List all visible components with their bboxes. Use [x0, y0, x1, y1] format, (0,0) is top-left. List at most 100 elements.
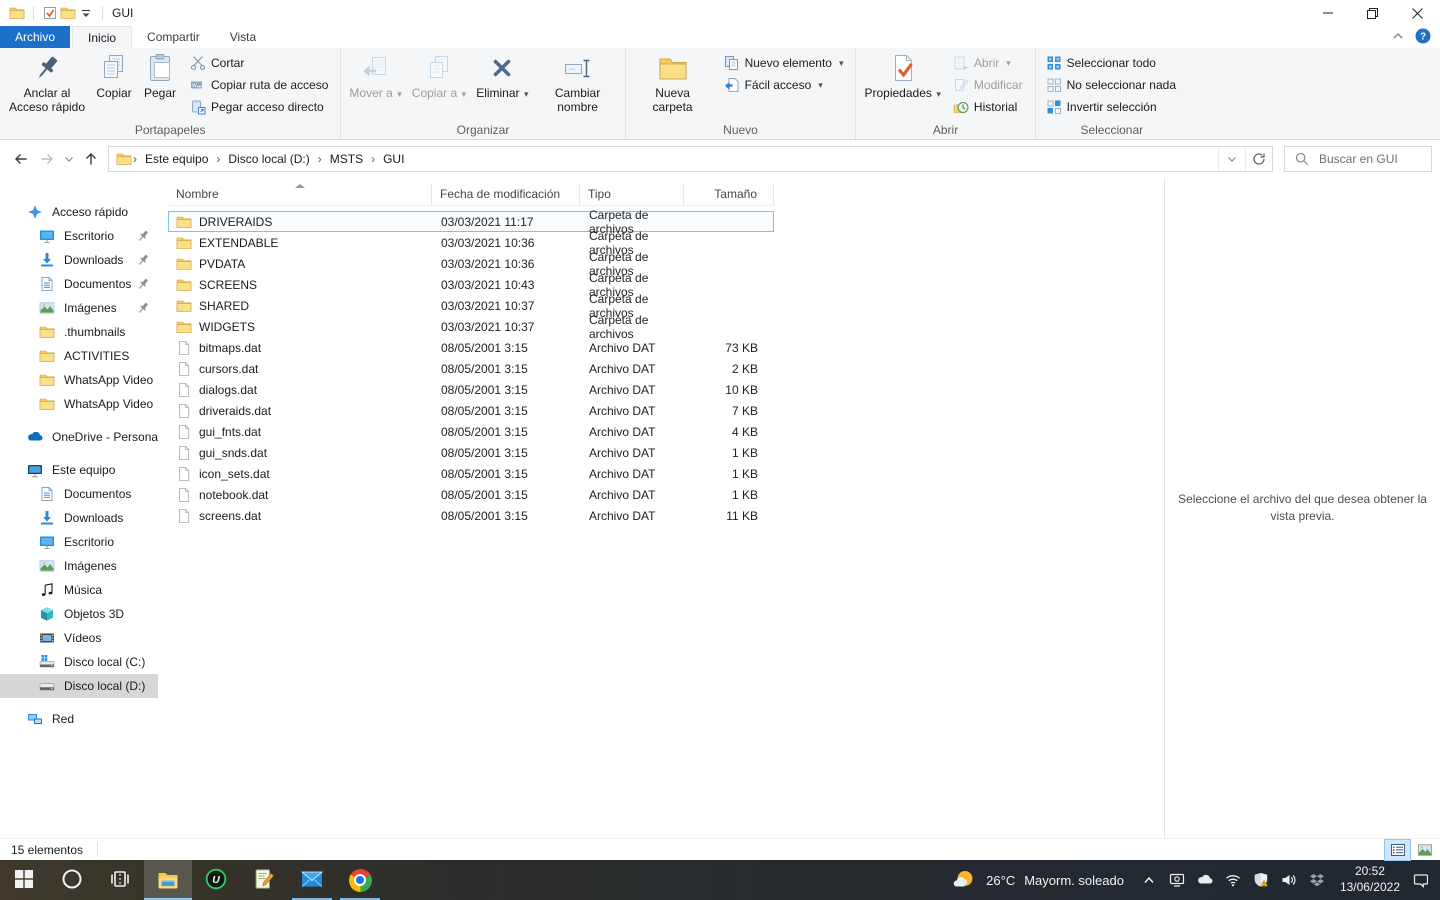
minimize-button[interactable]	[1305, 0, 1350, 26]
help-button[interactable]: ?	[1415, 28, 1431, 47]
taskbar-mail-button[interactable]	[288, 860, 336, 900]
sidebar-item-onedrive---personal[interactable]: OneDrive - Personal	[0, 425, 158, 449]
close-button[interactable]	[1395, 0, 1440, 26]
wifi-icon[interactable]	[1225, 872, 1242, 889]
qat-new-folder-button[interactable]	[59, 4, 77, 22]
search-input[interactable]	[1319, 152, 1422, 166]
breadcrumb-item[interactable]: MSTS	[323, 147, 370, 171]
fácil-acceso-button[interactable]: Fácil acceso▾	[719, 74, 849, 96]
chrome-icon	[349, 869, 372, 892]
minimize-ribbon-button[interactable]	[1390, 28, 1406, 47]
sidebar-item-este-equipo[interactable]: Este equipo	[0, 458, 158, 482]
sidebar-item-escritorio[interactable]: Escritorio	[0, 530, 158, 554]
pinned-icon	[135, 300, 151, 319]
nueva-carpeta-button[interactable]: Nueva carpeta	[629, 49, 717, 121]
qat-customize-button[interactable]	[77, 4, 95, 22]
file-row[interactable]: notebook.dat08/05/2001 3:15Archivo DAT1 …	[168, 484, 774, 505]
cambiar-nombre-button[interactable]: Cambiar nombre	[534, 49, 622, 121]
tab-archivo[interactable]: Archivo	[0, 26, 70, 48]
file-row[interactable]: bitmaps.dat08/05/2001 3:15Archivo DAT73 …	[168, 337, 774, 358]
restore-button[interactable]	[1350, 0, 1395, 26]
tab-compartir[interactable]: Compartir	[132, 26, 215, 48]
up-button[interactable]	[78, 146, 104, 172]
sidebar-item-escritorio[interactable]: Escritorio	[0, 224, 158, 248]
sidebar-item-downloads[interactable]: Downloads	[0, 506, 158, 530]
file-row[interactable]: icon_sets.dat08/05/2001 3:15Archivo DAT1…	[168, 463, 774, 484]
forward-button[interactable]	[34, 146, 60, 172]
weather-temperature[interactable]: 26°C	[986, 873, 1015, 888]
cortar-button[interactable]: Cortar	[185, 52, 333, 74]
invertir-selección-button[interactable]: Invertir selección	[1041, 96, 1181, 118]
weather-icon[interactable]	[953, 869, 975, 891]
taskbar-notes-editor-button[interactable]	[240, 860, 288, 900]
sidebar-item-whatsapp-video[interactable]: WhatsApp Video	[0, 368, 158, 392]
anclar-al-acceso-rápido-button[interactable]: Anclar al Acceso rápido	[3, 49, 91, 121]
recent-locations-button[interactable]	[60, 146, 78, 172]
file-row[interactable]: driveraids.dat08/05/2001 3:15Archivo DAT…	[168, 400, 774, 421]
sidebar-item-disco-local-(d:)[interactable]: Disco local (D:)	[0, 674, 158, 698]
file-row[interactable]: cursors.dat08/05/2001 3:15Archivo DAT2 K…	[168, 358, 774, 379]
volume-icon[interactable]	[1281, 872, 1298, 889]
sidebar-item-acceso-rápido[interactable]: Acceso rápido	[0, 200, 158, 224]
column-header-tamano[interactable]: Tamaño	[684, 183, 774, 205]
file-row[interactable]: gui_fnts.dat08/05/2001 3:15Archivo DAT4 …	[168, 421, 774, 442]
cloud-white-icon[interactable]	[1197, 872, 1214, 889]
column-header-nombre[interactable]: Nombre	[168, 183, 432, 205]
taskbar-iobit-uninstaller-button[interactable]: U	[192, 860, 240, 900]
chevron-up-icon[interactable]	[1141, 872, 1158, 889]
taskbar-task-view-button[interactable]	[96, 860, 144, 900]
eliminar-button[interactable]: Eliminar ▾	[471, 49, 533, 121]
pegar-button[interactable]: Pegar	[137, 49, 183, 121]
back-button[interactable]	[8, 146, 34, 172]
sidebar-item-whatsapp-video[interactable]: WhatsApp Video	[0, 392, 158, 416]
sidebar-item-.thumbnails[interactable]: .thumbnails	[0, 320, 158, 344]
qat-properties-button[interactable]	[41, 4, 59, 22]
sidebar-item-imágenes[interactable]: Imágenes	[0, 554, 158, 578]
file-row[interactable]: screens.dat08/05/2001 3:15Archivo DAT11 …	[168, 505, 774, 526]
breadcrumb-item[interactable]: GUI	[376, 147, 411, 171]
large-icons-view-button[interactable]	[1412, 840, 1437, 860]
tab-inicio[interactable]: Inicio	[72, 26, 132, 48]
copiar-ruta-de-acceso-button[interactable]: wCopiar ruta de acceso	[185, 74, 333, 96]
breadcrumb-item[interactable]: Disco local (D:)	[221, 147, 316, 171]
taskbar-cortana-search-button[interactable]	[48, 860, 96, 900]
details-view-button[interactable]	[1385, 840, 1410, 860]
shield-icon[interactable]	[1253, 872, 1270, 889]
copiar-button[interactable]: Copiar	[91, 49, 137, 121]
file-row[interactable]: gui_snds.dat08/05/2001 3:15Archivo DAT1 …	[168, 442, 774, 463]
dropbox-icon[interactable]	[1309, 872, 1326, 889]
sidebar-item-objetos-3d[interactable]: Objetos 3D	[0, 602, 158, 626]
sidebar-item-activities[interactable]: ACTIVITIES	[0, 344, 158, 368]
refresh-button[interactable]	[1245, 147, 1272, 171]
address-dropdown-button[interactable]	[1218, 147, 1245, 171]
sidebar-item-imágenes[interactable]: Imágenes	[0, 296, 158, 320]
pegar-acceso-directo-button[interactable]: Pegar acceso directo	[185, 96, 333, 118]
sidebar-item-disco-local-(c:)[interactable]: Disco local (C:)	[0, 650, 158, 674]
column-header-tipo[interactable]: Tipo	[580, 183, 684, 205]
seleccionar-todo-button[interactable]: Seleccionar todo	[1041, 52, 1181, 74]
propiedades-button[interactable]: Propiedades ▾	[859, 49, 945, 121]
copy-path-icon: w	[190, 77, 206, 93]
breadcrumb-item[interactable]: Este equipo	[138, 147, 215, 171]
tab-vista[interactable]: Vista	[215, 26, 271, 48]
taskbar-clock[interactable]: 20:52 13/06/2022	[1340, 864, 1400, 895]
sidebar-item-red[interactable]: Red	[0, 707, 158, 731]
sidebar-item-downloads[interactable]: Downloads	[0, 248, 158, 272]
sidebar-item-documentos[interactable]: Documentos	[0, 272, 158, 296]
taskbar-start-button[interactable]	[0, 860, 48, 900]
taskbar-file-explorer-button[interactable]	[144, 860, 192, 900]
address-bar[interactable]: › Este equipo›Disco local (D:)›MSTS›GUI	[108, 146, 1273, 172]
taskbar-chrome-button[interactable]	[336, 860, 384, 900]
weather-description[interactable]: Mayorm. soleado	[1024, 873, 1124, 888]
sidebar-item-vídeos[interactable]: Vídeos	[0, 626, 158, 650]
nuevo-elemento-button[interactable]: Nuevo elemento▾	[719, 52, 849, 74]
folder-row[interactable]: WIDGETS03/03/2021 10:37Carpeta de archiv…	[168, 316, 774, 337]
historial-button[interactable]: Historial	[948, 96, 1028, 118]
connect-icon[interactable]	[1169, 872, 1186, 889]
sidebar-item-música[interactable]: Música	[0, 578, 158, 602]
column-header-fecha[interactable]: Fecha de modificación	[432, 183, 580, 205]
sidebar-item-documentos[interactable]: Documentos	[0, 482, 158, 506]
action-center-icon[interactable]	[1411, 872, 1428, 889]
file-row[interactable]: dialogs.dat08/05/2001 3:15Archivo DAT10 …	[168, 379, 774, 400]
no-seleccionar-nada-button[interactable]: No seleccionar nada	[1041, 74, 1181, 96]
